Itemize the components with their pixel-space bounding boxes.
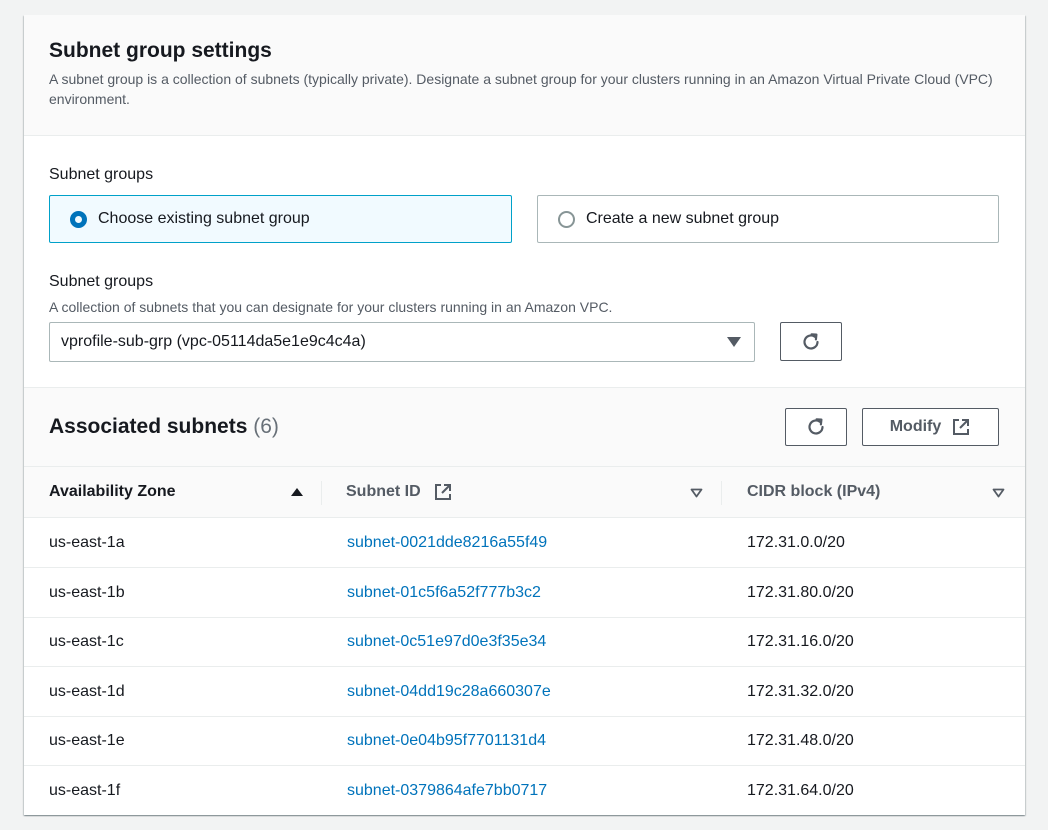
modify-button-label: Modify [889, 418, 942, 435]
cell-availability-zone: us-east-1d [49, 682, 125, 700]
refresh-subnet-groups-button[interactable] [780, 322, 842, 361]
radio-unchecked-icon[interactable] [558, 210, 575, 228]
refresh-icon [803, 332, 819, 350]
table-header: Associated subnets (6) Modify [24, 388, 1025, 467]
caret-down-icon [727, 337, 741, 347]
modify-button[interactable]: Modify [862, 408, 999, 446]
cell-cidr-block: 172.31.48.0/20 [747, 731, 854, 749]
table-row: us-east-1f subnet-0379864afe7bb0717 172.… [24, 766, 1025, 815]
table-row: us-east-1c subnet-0c51e97d0e3f35e34 172.… [24, 617, 1025, 667]
subnet-groups-choice-label: Subnet groups [49, 166, 154, 183]
subnet-groups-select-label: Subnet groups [49, 273, 154, 290]
sort-descending-icon[interactable] [992, 488, 1005, 498]
cell-cidr-block: 172.31.64.0/20 [747, 781, 854, 799]
cell-cidr-block: 172.31.80.0/20 [747, 583, 854, 601]
create-new-label: Create a new subnet group [586, 210, 780, 227]
column-header-label: Subnet ID [346, 483, 421, 500]
cell-availability-zone: us-east-1b [49, 583, 125, 601]
create-new-subnet-group-tile[interactable]: Create a new subnet group [537, 195, 999, 243]
associated-subnets-title: Associated subnets (6) [49, 413, 279, 441]
column-divider[interactable] [321, 481, 322, 505]
cell-cidr-block: 172.31.0.0/20 [747, 533, 845, 551]
subnet-group-select[interactable]: vprofile-sub-grp (vpc-05114da5e1e9c4c4a) [49, 322, 755, 362]
table-row: us-east-1d subnet-04dd19c28a660307e 172.… [24, 667, 1025, 717]
column-header-availability-zone[interactable]: Availability Zone [49, 467, 319, 517]
cell-availability-zone: us-east-1c [49, 632, 124, 650]
column-divider[interactable] [721, 481, 722, 505]
column-header-cidr-block[interactable]: CIDR block (IPv4) [747, 467, 997, 517]
refresh-subnets-button[interactable] [785, 408, 847, 446]
cell-availability-zone: us-east-1a [49, 533, 125, 551]
column-header-subnet-id[interactable]: Subnet ID [346, 467, 706, 517]
column-header-label: Availability Zone [49, 483, 176, 500]
cell-subnet-id-link[interactable]: subnet-0c51e97d0e3f35e34 [347, 617, 546, 666]
table-row: us-east-1b subnet-01c5f6a52f777b3c2 172.… [24, 568, 1025, 618]
cell-availability-zone: us-east-1f [49, 781, 121, 799]
panel-description: A subnet group is a collection of subnet… [49, 71, 993, 107]
subnet-group-select-value: vprofile-sub-grp (vpc-05114da5e1e9c4c4a) [61, 333, 366, 350]
cell-subnet-id-link[interactable]: subnet-01c5f6a52f777b3c2 [347, 568, 541, 617]
external-link-icon [953, 419, 970, 435]
table-row: us-east-1a subnet-0021dde8216a55f49 172.… [24, 518, 1025, 568]
sort-ascending-icon[interactable] [290, 487, 304, 497]
cell-subnet-id-link[interactable]: subnet-0379864afe7bb0717 [347, 766, 547, 815]
radio-checked-icon[interactable] [70, 210, 87, 228]
table-column-headers: Availability Zone Subnet ID CIDR block (… [24, 467, 1025, 518]
external-link-icon [434, 484, 451, 500]
cell-subnet-id-link[interactable]: subnet-04dd19c28a660307e [347, 667, 551, 716]
panel-header: Subnet group settings A subnet group is … [24, 15, 1025, 136]
choose-existing-subnet-group-tile[interactable]: Choose existing subnet group [49, 195, 512, 243]
cell-cidr-block: 172.31.32.0/20 [747, 682, 854, 700]
subnet-group-settings-panel: Subnet group settings A subnet group is … [24, 15, 1025, 815]
sort-descending-icon[interactable] [690, 488, 703, 498]
cell-subnet-id-link[interactable]: subnet-0e04b95f7701131d4 [347, 716, 546, 765]
choose-existing-label: Choose existing subnet group [98, 210, 310, 227]
associated-subnets-title-text: Associated subnets [49, 415, 248, 438]
associated-subnets-table: Associated subnets (6) Modify Availabili… [24, 387, 1025, 815]
cell-subnet-id-link[interactable]: subnet-0021dde8216a55f49 [347, 518, 547, 567]
subnet-groups-select-description: A collection of subnets that you can des… [49, 299, 613, 315]
associated-subnets-count: (6) [253, 415, 279, 438]
cell-cidr-block: 172.31.16.0/20 [747, 632, 854, 650]
table-row: us-east-1e subnet-0e04b95f7701131d4 172.… [24, 716, 1025, 766]
page-title: Subnet group settings [49, 39, 272, 62]
cell-availability-zone: us-east-1e [49, 731, 125, 749]
refresh-icon [808, 418, 824, 435]
column-header-label: CIDR block (IPv4) [747, 483, 881, 500]
